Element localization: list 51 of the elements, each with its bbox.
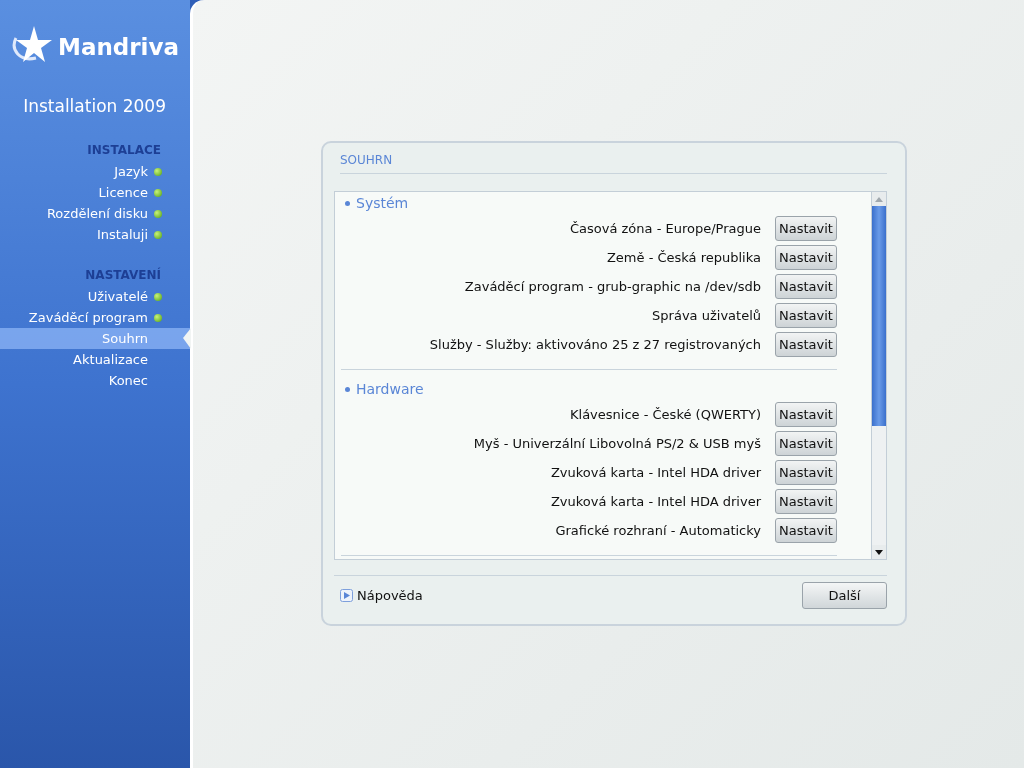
configure-button[interactable]: Nastavit bbox=[775, 332, 837, 357]
step-label: Rozdělení disku bbox=[46, 206, 148, 221]
scroll-thumb[interactable] bbox=[872, 206, 886, 426]
step-item[interactable]: Jazyk bbox=[0, 161, 190, 182]
step-label: Instaluji bbox=[97, 227, 148, 242]
configure-button[interactable]: Nastavit bbox=[775, 303, 837, 328]
summary-label: Zaváděcí program - grub-graphic na /dev/sdb bbox=[464, 279, 761, 294]
step-label: Souhrn bbox=[101, 331, 148, 346]
configure-button[interactable]: Nastavit bbox=[775, 489, 837, 514]
section-heading: INSTALACE bbox=[86, 142, 162, 159]
scroll-down-icon[interactable] bbox=[872, 545, 886, 559]
configure-button[interactable]: Nastavit bbox=[775, 274, 837, 299]
summary-label: Myš - Univerzální Libovolná PS/2 & USB myš bbox=[473, 436, 761, 451]
bullet-icon bbox=[345, 386, 350, 392]
step-item[interactable]: Rozdělení disku bbox=[0, 203, 190, 224]
step-label: Jazyk bbox=[114, 164, 148, 179]
bullet-icon bbox=[345, 200, 350, 206]
step-item[interactable]: Uživatelé bbox=[0, 286, 190, 307]
step-label: Konec bbox=[108, 373, 148, 388]
step-item[interactable]: Instaluji bbox=[0, 224, 190, 245]
configure-button[interactable]: Nastavit bbox=[775, 431, 837, 456]
group-heading: Systém bbox=[356, 195, 409, 211]
step-label: Aktualizace bbox=[73, 352, 148, 367]
group-heading: Hardware bbox=[356, 381, 424, 397]
configure-button[interactable]: Nastavit bbox=[775, 518, 837, 543]
summary-label: Časová zóna - Europe/Prague bbox=[570, 221, 761, 236]
step-item[interactable]: Aktualizace bbox=[0, 349, 190, 370]
summary-label: Zvuková karta - Intel HDA driver bbox=[550, 494, 761, 509]
summary-label: Služby - Služby: aktivováno 25 z 27 registrovaných bbox=[429, 337, 761, 352]
configure-button[interactable]: Nastavit bbox=[775, 460, 837, 485]
step-item[interactable]: Zaváděcí program bbox=[0, 307, 190, 328]
scrollbar[interactable] bbox=[871, 192, 886, 559]
step-item[interactable]: Konec bbox=[0, 370, 190, 391]
step-label: Licence bbox=[98, 185, 148, 200]
summary-label: Klávesnice - České (QWERTY) bbox=[570, 407, 761, 422]
summary-label: Grafické rozhraní - Automaticky bbox=[555, 523, 761, 538]
installation-title: Installation 2009 bbox=[22, 95, 167, 118]
help-link[interactable]: Nápověda bbox=[340, 588, 423, 603]
summary-label: Zvuková karta - Intel HDA driver bbox=[550, 465, 761, 480]
summary-label: Země - Česká republika bbox=[606, 250, 761, 265]
summary-label: Správa uživatelů bbox=[652, 308, 761, 323]
configure-button[interactable]: Nastavit bbox=[775, 402, 837, 427]
next-button[interactable]: Další bbox=[802, 582, 887, 609]
configure-button[interactable]: Nastavit bbox=[775, 245, 837, 270]
step-label: Zaváděcí program bbox=[28, 310, 148, 325]
configure-button[interactable]: Nastavit bbox=[775, 216, 837, 241]
logo-text: Mandriva bbox=[58, 34, 179, 60]
step-item[interactable]: Licence bbox=[0, 182, 190, 203]
panel-title: SOUHRN bbox=[339, 152, 394, 169]
step-label: Uživatelé bbox=[87, 289, 148, 304]
section-heading: NASTAVENÍ bbox=[84, 266, 162, 284]
